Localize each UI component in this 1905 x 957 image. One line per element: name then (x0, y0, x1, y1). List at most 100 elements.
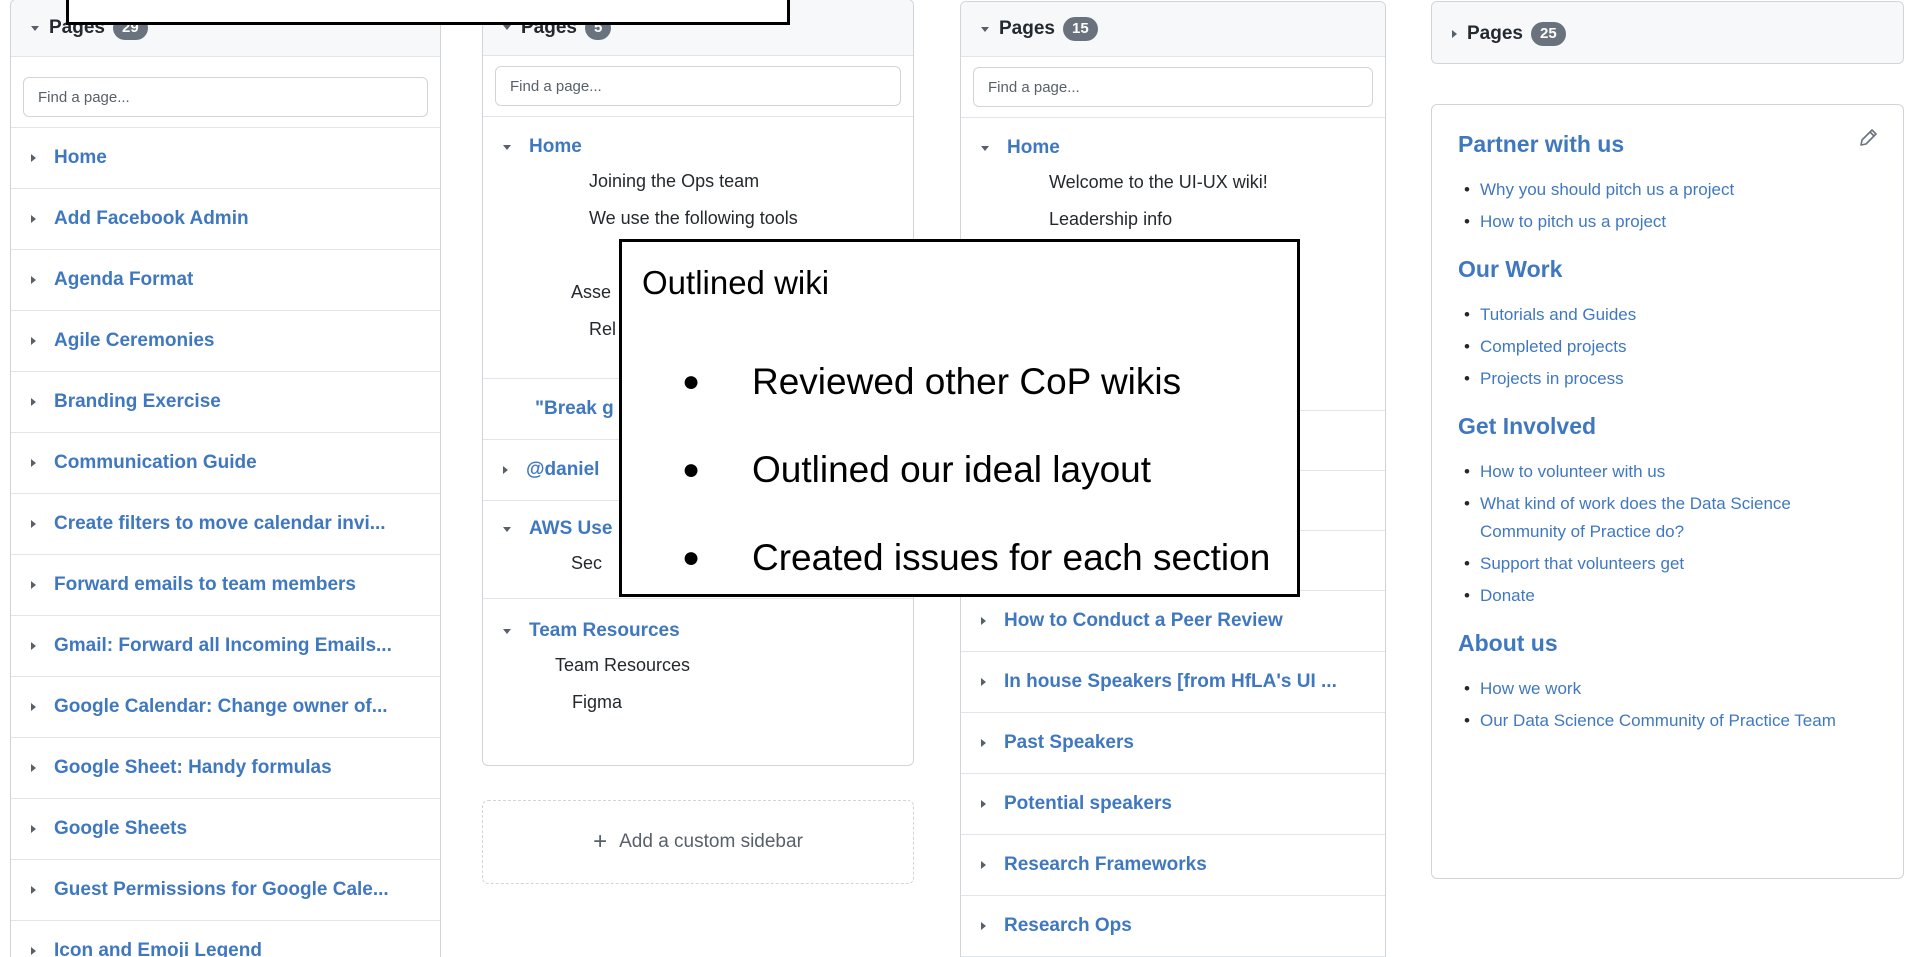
page-row[interactable]: Research Frameworks (961, 835, 1385, 896)
page-link[interactable]: "Break g (535, 398, 614, 420)
caret-right-icon (31, 825, 36, 833)
page-link[interactable]: Add Facebook Admin (54, 208, 249, 230)
page-row[interactable]: Branding Exercise (11, 372, 440, 433)
page-row[interactable]: Agile Ceremonies (11, 311, 440, 372)
caret-down-icon (503, 25, 511, 30)
section-title: Partner with us (1458, 131, 1625, 157)
page-link[interactable]: Home (54, 147, 107, 169)
sidebar-link[interactable]: Projects in process (1458, 365, 1877, 393)
home-link[interactable]: Home (1007, 137, 1060, 159)
sidebar-link[interactable]: Our Data Science Community of Practice T… (1458, 707, 1877, 735)
add-custom-sidebar-button[interactable]: + Add a custom sidebar (482, 800, 914, 884)
find-wrap (961, 57, 1385, 118)
page-row[interactable]: Google Sheet: Handy formulas (11, 738, 440, 799)
page-row[interactable]: Communication Guide (11, 433, 440, 494)
title-overlay-box (66, 0, 790, 25)
subpage-link[interactable]: We use the following tools (503, 200, 913, 237)
page-link[interactable]: Communication Guide (54, 452, 257, 474)
page-link[interactable]: In house Speakers [from HfLA's UI ... (1004, 671, 1337, 693)
team-resources-group: Team Resources Team Resources Figma (483, 599, 913, 733)
caret-down-icon (503, 628, 511, 634)
page-link[interactable]: Icon and Emoji Legend (54, 940, 262, 957)
page-link[interactable]: Forward emails to team members (54, 574, 356, 596)
page-link[interactable]: Create filters to move calendar invi... (54, 513, 386, 535)
sidebar-link[interactable]: Why you should pitch us a project (1458, 176, 1877, 204)
sidebar-link[interactable]: What kind of work does the Data Science … (1458, 490, 1877, 546)
page-row[interactable]: Gmail: Forward all Incoming Emails... (11, 616, 440, 677)
team-resources-title[interactable]: Team Resources (503, 615, 913, 647)
caret-right-icon (31, 154, 36, 162)
sidebar-link[interactable]: Donate (1458, 582, 1877, 610)
sidebar-link[interactable]: Support that volunteers get (1458, 550, 1877, 578)
page-link[interactable]: AWS Use (529, 518, 612, 540)
bullet-icon: ● (682, 453, 701, 486)
subpage-link[interactable]: Figma (503, 684, 913, 721)
page-row[interactable]: Past Speakers (961, 713, 1385, 774)
pages-header-4[interactable]: Pages 25 (1432, 2, 1903, 63)
pages-header-label: Pages (1467, 22, 1523, 44)
caret-right-icon (31, 398, 36, 406)
caret-right-icon (1452, 29, 1457, 38)
caret-down-icon (31, 25, 39, 31)
bullet-icon: ● (682, 541, 701, 574)
page-link[interactable]: Potential speakers (1004, 793, 1172, 815)
sidebar-link[interactable]: How we work (1458, 675, 1877, 703)
find-page-input[interactable] (973, 67, 1373, 107)
find-page-input[interactable] (495, 66, 901, 106)
page-link[interactable]: Research Frameworks (1004, 854, 1207, 876)
caret-right-icon (31, 642, 36, 650)
caret-right-icon (31, 459, 36, 467)
page-link[interactable]: Team Resources (529, 620, 680, 642)
page-link[interactable]: Past Speakers (1004, 732, 1134, 754)
page-link[interactable]: Google Calendar: Change owner of... (54, 696, 388, 718)
find-page-input[interactable] (23, 77, 428, 117)
pages-header-3[interactable]: Pages 15 (961, 2, 1385, 57)
page-link[interactable]: How to Conduct a Peer Review (1004, 610, 1283, 632)
caret-right-icon (981, 678, 986, 686)
section-title: Get Involved (1458, 413, 1597, 439)
caret-right-icon (31, 703, 36, 711)
page-count-badge: 25 (1530, 21, 1566, 46)
page-row[interactable]: Google Sheets (11, 799, 440, 860)
page-row[interactable]: Google Calendar: Change owner of... (11, 677, 440, 738)
page-link[interactable]: Google Sheets (54, 818, 187, 840)
page-row[interactable]: In house Speakers [from HfLA's UI ... (961, 652, 1385, 713)
page-row[interactable]: Research Ops (961, 896, 1385, 957)
subpage-link[interactable]: Joining the Ops team (503, 163, 913, 200)
caret-down-icon (981, 26, 989, 32)
home-link[interactable]: Home (529, 136, 582, 158)
page-link[interactable]: Branding Exercise (54, 391, 221, 413)
page-link[interactable]: Agenda Format (54, 269, 193, 291)
page-link[interactable]: @daniel (526, 459, 599, 481)
subpage-link[interactable]: Team Resources (503, 647, 913, 684)
sidebar-link[interactable]: How to pitch us a project (1458, 208, 1877, 236)
pencil-icon[interactable] (1857, 127, 1879, 149)
custom-sidebar: Partner with us Why you should pitch us … (1431, 104, 1904, 879)
page-row[interactable]: Potential speakers (961, 774, 1385, 835)
home-title[interactable]: Home (503, 131, 913, 163)
sidebar-link[interactable]: Tutorials and Guides (1458, 301, 1877, 329)
caret-right-icon (31, 764, 36, 772)
page-row[interactable]: Icon and Emoji Legend (11, 921, 440, 957)
page-row[interactable]: Create filters to move calendar invi... (11, 494, 440, 555)
page-row[interactable]: Guest Permissions for Google Cale... (11, 860, 440, 921)
caret-right-icon (981, 922, 986, 930)
caret-right-icon (31, 886, 36, 894)
home-title[interactable]: Home (981, 132, 1385, 164)
page-row[interactable]: Home (11, 128, 440, 189)
caret-right-icon (31, 276, 36, 284)
caret-down-icon (981, 145, 989, 151)
page-link[interactable]: Google Sheet: Handy formulas (54, 757, 332, 779)
subpage-link[interactable]: Welcome to the UI-UX wiki! (981, 164, 1385, 201)
sidebar-link[interactable]: Completed projects (1458, 333, 1877, 361)
page-link[interactable]: Research Ops (1004, 915, 1132, 937)
page-row[interactable]: Forward emails to team members (11, 555, 440, 616)
page-row[interactable]: Agenda Format (11, 250, 440, 311)
page-link[interactable]: Agile Ceremonies (54, 330, 215, 352)
page-link[interactable]: Gmail: Forward all Incoming Emails... (54, 635, 392, 657)
page-link[interactable]: Guest Permissions for Google Cale... (54, 879, 389, 901)
subpage-link[interactable]: Leadership info (981, 201, 1385, 238)
overlay-bullet-text: Created issues for each section (752, 537, 1271, 578)
sidebar-link[interactable]: How to volunteer with us (1458, 458, 1877, 486)
page-row[interactable]: Add Facebook Admin (11, 189, 440, 250)
